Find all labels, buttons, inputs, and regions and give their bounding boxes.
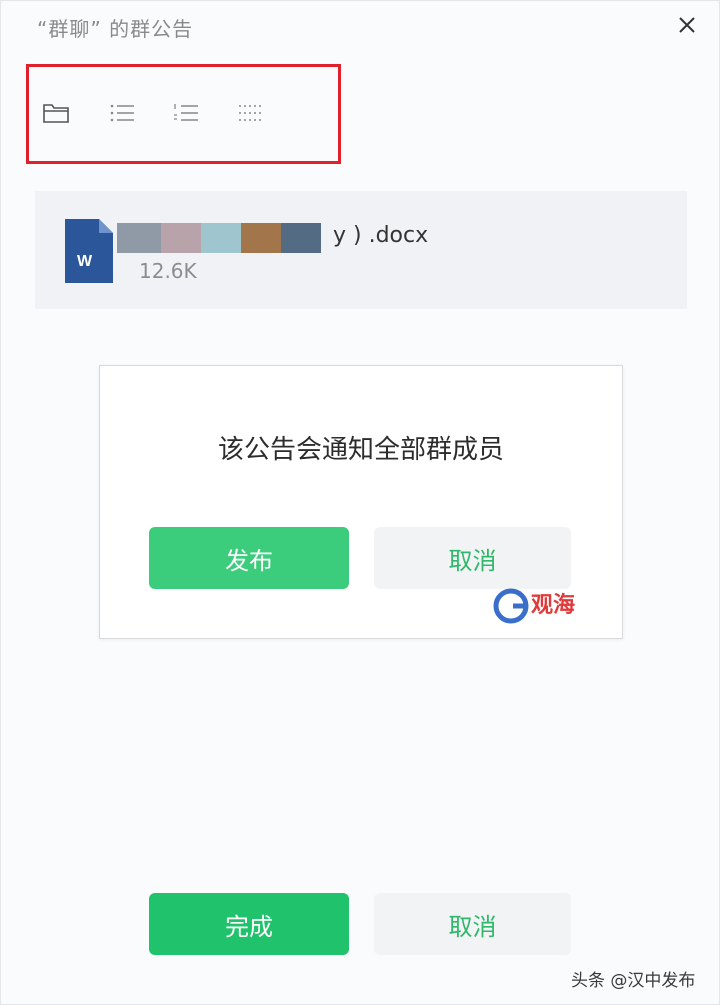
numbered-list-button[interactable] bbox=[171, 98, 201, 128]
file-size: 12.6K bbox=[139, 259, 197, 283]
filename-visible: y ) .docx bbox=[333, 223, 429, 248]
announcement-window: “群聊” 的群公告 W y) .docx 12.6K 该公告会通知全部群成员 … bbox=[0, 0, 720, 1005]
watermark-text: 观海 bbox=[531, 592, 575, 618]
filename-redacted bbox=[117, 223, 321, 253]
footer-cancel-button[interactable]: 取消 bbox=[374, 893, 571, 955]
close-icon bbox=[679, 17, 695, 33]
dotted-grid-icon bbox=[239, 105, 261, 121]
dotted-grid-button[interactable] bbox=[235, 98, 265, 128]
close-button[interactable] bbox=[673, 11, 701, 39]
folder-button[interactable] bbox=[41, 98, 71, 128]
folder-icon bbox=[43, 104, 69, 123]
word-file-icon: W bbox=[65, 219, 113, 283]
publish-button[interactable]: 发布 bbox=[149, 527, 349, 589]
dialog-cancel-button[interactable]: 取消 bbox=[374, 527, 571, 589]
bullet-list-button[interactable] bbox=[107, 98, 137, 128]
bullet-list-icon bbox=[110, 104, 134, 122]
numbered-list-icon bbox=[174, 104, 198, 121]
file-type-letter: W bbox=[77, 253, 93, 270]
dialog-message: 该公告会通知全部群成员 bbox=[217, 435, 504, 465]
done-button[interactable]: 完成 bbox=[149, 893, 349, 955]
window-title: “群聊” 的群公告 bbox=[37, 17, 194, 41]
watermark-logo: 观海 bbox=[491, 586, 595, 626]
credit-text: 头条 @汉中发布 bbox=[571, 971, 696, 991]
